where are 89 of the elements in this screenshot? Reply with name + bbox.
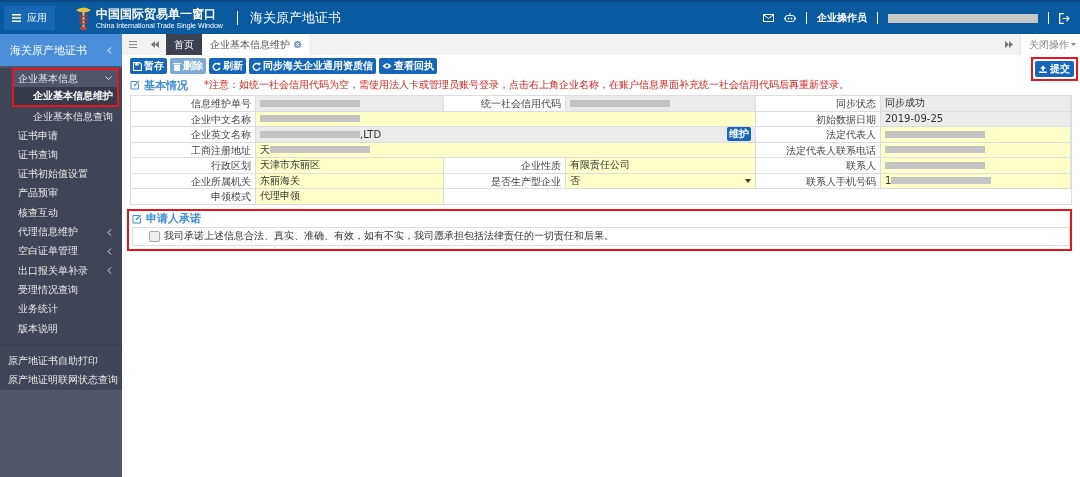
toolbar-button[interactable]: 同步海关企业通用资质信 [249,58,376,74]
checkbox[interactable] [149,230,160,242]
field-value: 2019-09-25 [885,113,944,125]
emblem-icon [75,6,92,30]
field-value: 代理申领 [260,189,300,204]
trash-icon [173,61,181,71]
input-field[interactable]: 代理申领 [256,189,444,205]
field-label: 企业所属机关 [131,173,256,189]
user-role: 企业操作员 [817,11,867,25]
notice-text: *注意：如统一社会信用代码为空，需使用法人卡或管理员账号登录，点击右上角企业名称，在账户信息界面补充统一社会信用代码后再重新登录。 [204,78,849,92]
menu-icon [12,14,21,22]
sidebar-item[interactable]: 空白证单管理 [0,241,122,261]
app-menu-button[interactable]: 应用 [4,6,55,30]
field-value: 天 [260,142,270,157]
field-value: 同步成功 [885,96,925,111]
sidebar-item[interactable]: 证书申请 [0,125,122,146]
sidebar-item[interactable]: 出口报关单补录 [0,260,122,281]
input-field[interactable]: ,LTD 维护 [256,127,756,143]
dropdown-arrow-icon [745,178,751,183]
chevron-left-icon [107,247,112,255]
section-title: 申请人承诺 [146,211,201,226]
input-field[interactable] [881,158,1071,174]
menu-icon[interactable] [129,41,137,48]
tab[interactable]: 首页 [166,34,202,55]
logout-icon[interactable] [1059,12,1070,24]
sidebar-item[interactable]: 产品预审 [0,183,122,204]
brand-title: 中国国际贸易单一窗口 [96,6,217,21]
eye-icon [382,62,392,70]
field-label: 同步状态 [756,96,881,112]
sidebar-item[interactable]: 受理情况查询 [0,280,122,300]
tab[interactable]: 企业基本信息维护 [202,34,309,55]
edit-icon [132,213,142,224]
input-field[interactable]: 天津市东丽区 [256,158,444,174]
caret-icon [1071,43,1076,46]
field-value: 有限责任公司 [570,158,630,173]
input-field[interactable]: 有限责任公司 [566,158,756,174]
sidebar-item[interactable]: 证书查询 [0,145,122,165]
chevron-left-icon [107,228,112,236]
commitment-text: 我司承诺上述信息合法、真实、准确、有效，如有不实，我司愿承担包括法律责任的一切责任和后果。 [164,229,614,243]
sidebar-item[interactable]: 原产地证明联网状态查询 [0,370,122,390]
field-value: 1 [885,175,892,187]
field-label: 统一社会信用代码 [444,96,566,112]
sidebar-item[interactable]: 核查互动 [0,203,122,223]
system-title: 海关原产地证书 [249,9,341,27]
sidebar-item[interactable]: 代理信息维护 [0,222,122,242]
close-operations-menu[interactable]: 关闭操作 [1020,34,1080,55]
collapse-icon[interactable] [107,46,112,54]
field-label: 联系人 [756,158,881,174]
toolbar-button[interactable]: 刷新 [209,58,246,74]
submit-button[interactable]: 提交 [1035,61,1074,77]
input-field[interactable] [256,96,444,112]
maintain-button[interactable]: 维护 [727,127,751,142]
field-label: 企业中文名称 [131,111,256,127]
refresh-icon [252,61,261,71]
sidebar-item[interactable]: 业务统计 [0,299,122,319]
chevron-left-icon [107,267,112,275]
input-field[interactable]: 同步成功 [881,96,1071,112]
field-value: ,LTD [360,128,382,140]
double-right-icon[interactable] [1005,41,1013,48]
field-label: 联系人手机号码 [756,173,881,189]
sidebar-title: 海关原产地证书 [0,34,122,66]
sidebar-item[interactable]: 原产地证书自助打印 [0,351,122,371]
double-left-icon[interactable] [151,41,159,48]
toolbar-button[interactable]: 暂存 [130,58,167,74]
refresh-icon [212,61,221,71]
save-icon [133,61,142,71]
edit-icon [130,80,140,90]
sidebar-item[interactable]: 企业基本信息 [14,70,117,88]
sidebar-item[interactable]: 证书初始值设置 [0,164,122,184]
field-label: 申领模式 [131,189,256,205]
sidebar-subitem[interactable]: 企业基本信息维护 [14,87,117,105]
field-label: 行政区划 [131,158,256,174]
robot-icon[interactable] [784,12,796,24]
field-label: 企业英文名称 [131,127,256,143]
field-label: 企业性质 [444,158,566,174]
field-value: 东丽海关 [260,173,300,188]
field-label: 工商注册地址 [131,142,256,158]
mail-icon[interactable] [763,14,774,22]
sidebar-item[interactable]: 版本说明 [0,318,122,339]
upload-icon [1039,65,1047,73]
section-title: 基本情况 [144,77,188,93]
close-icon[interactable] [294,41,301,48]
field-label: 法定代表人 [756,127,881,143]
field-label: 信息维护单号 [131,96,256,112]
field-value: 天津市东丽区 [260,158,320,173]
input-field[interactable] [881,127,1071,143]
input-field[interactable] [566,96,756,112]
chevron-down-icon [105,76,112,82]
toolbar-button[interactable]: 查看回执 [379,58,437,74]
